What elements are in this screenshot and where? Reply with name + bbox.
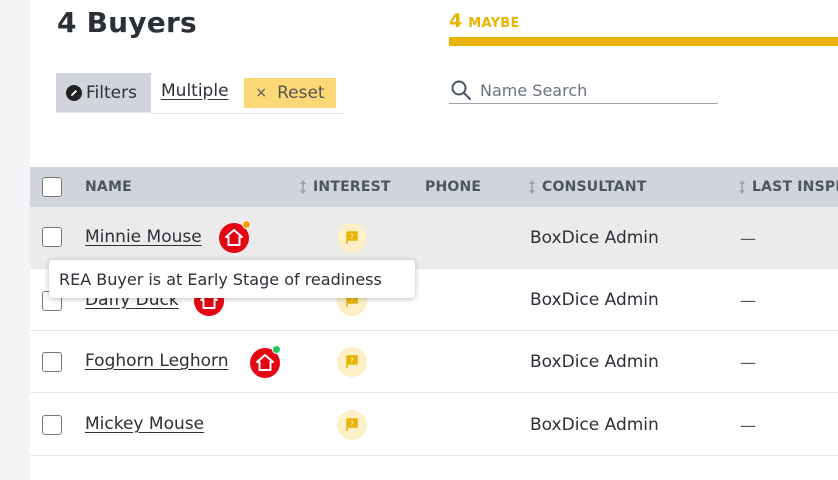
page-title: 4 Buyers: [57, 6, 197, 39]
buyers-panel: 4 Buyers 4 MAYBE Filters Multiple × Rese…: [30, 0, 838, 480]
buyer-name-link[interactable]: Minnie Mouse: [85, 227, 202, 247]
rea-readiness-tooltip: REA Buyer is at Early Stage of readiness: [49, 260, 415, 298]
filters-label: Filters: [86, 82, 137, 103]
filters-button[interactable]: Filters: [56, 73, 151, 113]
column-interest[interactable]: INTEREST: [298, 167, 391, 207]
stage-count: 4: [449, 10, 463, 32]
sort-icon: [529, 180, 535, 194]
status-dot: [242, 220, 251, 229]
column-phone[interactable]: PHONE: [425, 167, 481, 207]
last-inspection-value: —: [740, 353, 756, 372]
last-inspection-value: —: [740, 291, 756, 310]
sort-icon: [300, 180, 306, 194]
select-all-checkbox[interactable]: [42, 177, 62, 197]
search-input[interactable]: [480, 80, 710, 100]
row-checkbox[interactable]: [42, 352, 62, 372]
stage-summary[interactable]: 4 MAYBE: [449, 10, 520, 32]
flag-icon[interactable]: ?: [337, 410, 367, 440]
edit-icon: [66, 84, 82, 101]
consultant-name: BoxDice Admin: [530, 290, 659, 310]
row-checkbox[interactable]: [42, 227, 62, 247]
flag-icon[interactable]: ?: [337, 347, 367, 377]
table-row[interactable]: Foghorn Leghorn ? BoxDice Admin —: [30, 331, 838, 393]
column-name[interactable]: NAME: [85, 167, 132, 207]
svg-text:?: ?: [350, 420, 354, 428]
consultant-name: BoxDice Admin: [530, 352, 659, 372]
consultant-name: BoxDice Admin: [530, 415, 659, 435]
svg-text:?: ?: [350, 357, 354, 365]
last-inspection-value: —: [740, 229, 756, 248]
consultant-name: BoxDice Admin: [530, 228, 659, 248]
row-checkbox[interactable]: [42, 415, 62, 435]
stage-progress-bar: [449, 37, 838, 46]
column-last-inspection[interactable]: LAST INSPE: [737, 167, 838, 207]
name-search[interactable]: [449, 77, 718, 104]
reset-button[interactable]: × Reset: [244, 78, 336, 108]
flag-icon[interactable]: ?: [337, 223, 367, 253]
table-header: NAME INTEREST PHONE CONSULTANT LAST INSP…: [30, 167, 838, 207]
buyer-name-link[interactable]: Mickey Mouse: [85, 414, 204, 434]
filter-divider: [151, 113, 344, 114]
close-icon: ×: [255, 85, 268, 101]
last-inspection-value: —: [740, 416, 756, 435]
buyer-name-link[interactable]: Foghorn Leghorn: [85, 351, 228, 371]
svg-text:?: ?: [350, 233, 354, 241]
column-consultant[interactable]: CONSULTANT: [527, 167, 647, 207]
sort-icon: [739, 180, 745, 194]
search-icon: [451, 80, 471, 100]
status-dot: [272, 345, 281, 354]
reset-label: Reset: [277, 83, 325, 103]
multiple-filter-link[interactable]: Multiple: [161, 81, 229, 101]
stage-label: MAYBE: [468, 16, 520, 31]
table-row[interactable]: Mickey Mouse ? BoxDice Admin —: [30, 394, 838, 456]
